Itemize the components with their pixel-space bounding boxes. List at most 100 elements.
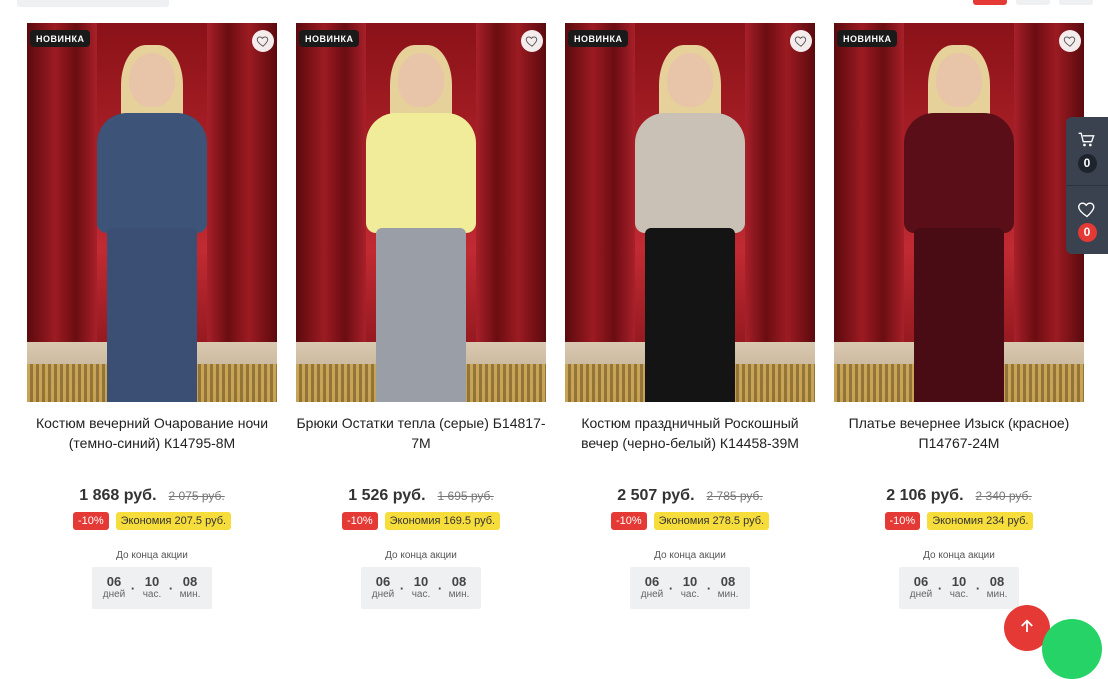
heart-icon xyxy=(794,36,807,47)
new-badge: НОВИНКА xyxy=(299,30,360,47)
timer-days-value: 06 xyxy=(913,574,929,589)
countdown-timer: 06 дней · 10 час. · 08 мин. xyxy=(630,567,750,609)
timer-minutes-value: 08 xyxy=(451,574,467,589)
timer-days-label: дней xyxy=(909,589,933,600)
outfit-top xyxy=(904,113,1014,233)
countdown-timer: 06 дней · 10 час. · 08 мин. xyxy=(92,567,212,609)
favorite-button[interactable] xyxy=(252,30,274,52)
favorite-button[interactable] xyxy=(1059,30,1081,52)
countdown-timer: 06 дней · 10 час. · 08 мин. xyxy=(899,567,1019,609)
timer-hours-value: 10 xyxy=(144,574,160,589)
product-photo[interactable]: НОВИНКА xyxy=(834,23,1084,402)
product-title[interactable]: Брюки Остатки тепла (серые) Б14817-7М xyxy=(296,413,546,473)
product-photo[interactable]: НОВИНКА xyxy=(296,23,546,402)
timer-minutes-value: 08 xyxy=(182,574,198,589)
product-card[interactable]: НОВИНКА Костюм вечерний Очарование ночи … xyxy=(27,23,277,609)
product-title[interactable]: Костюм праздничный Роскошный вечер (черн… xyxy=(565,413,815,473)
favorite-button[interactable] xyxy=(521,30,543,52)
discount-badge: -10% xyxy=(72,512,109,530)
heart-icon xyxy=(1078,201,1095,217)
timer-hours-label: час. xyxy=(680,589,700,600)
economy-badge: Экономия 234 руб. xyxy=(927,512,1034,530)
old-price: 2 785 руб. xyxy=(706,489,763,503)
promo-until-label: До конца акции xyxy=(116,550,188,561)
product-card[interactable]: НОВИНКА Костюм праздничный Роскошный веч… xyxy=(565,23,815,609)
old-price: 2 340 руб. xyxy=(975,489,1032,503)
model-figure xyxy=(346,23,496,402)
view-list-button[interactable] xyxy=(1016,0,1050,5)
timer-days-label: дней xyxy=(102,589,126,600)
discount-badge: -10% xyxy=(884,512,921,530)
timer-minutes-label: мин. xyxy=(179,589,201,600)
discount-badge: -10% xyxy=(341,512,378,530)
outfit-bottom xyxy=(645,228,735,402)
new-badge: НОВИНКА xyxy=(30,30,91,47)
chat-button[interactable] xyxy=(1042,619,1102,679)
timer-days-label: дней xyxy=(371,589,395,600)
old-price: 1 695 руб. xyxy=(437,489,494,503)
favorite-button[interactable] xyxy=(790,30,812,52)
timer-hours-label: час. xyxy=(949,589,969,600)
outfit-bottom xyxy=(107,228,197,402)
countdown-timer: 06 дней · 10 час. · 08 мин. xyxy=(361,567,481,609)
heart-icon xyxy=(525,36,538,47)
timer-minutes-label: мин. xyxy=(448,589,470,600)
product-title[interactable]: Платье вечернее Изыск (красное) П14767-2… xyxy=(834,413,1084,473)
promo-until-label: До конца акции xyxy=(654,550,726,561)
product-title[interactable]: Костюм вечерний Очарование ночи (темно-с… xyxy=(27,413,277,473)
timer-hours-label: час. xyxy=(142,589,162,600)
cart-count: 0 xyxy=(1077,153,1097,173)
product-card[interactable]: НОВИНКА Брюки Остатки тепла (серые) Б148… xyxy=(296,23,546,609)
current-price: 1 868 руб. xyxy=(79,487,157,504)
timer-days-value: 06 xyxy=(375,574,391,589)
old-price: 2 075 руб. xyxy=(168,489,225,503)
model-figure xyxy=(77,23,227,402)
timer-minutes-value: 08 xyxy=(720,574,736,589)
top-toolbar xyxy=(0,0,1108,8)
product-photo[interactable]: НОВИНКА xyxy=(27,23,277,402)
discount-row: -10% Экономия 234 руб. xyxy=(834,512,1084,534)
view-grid-button[interactable] xyxy=(973,0,1007,5)
timer-hours-value: 10 xyxy=(682,574,698,589)
price-row: 2 507 руб. 2 785 руб. xyxy=(565,485,815,507)
timer-minutes-label: мин. xyxy=(717,589,739,600)
economy-badge: Экономия 278.5 руб. xyxy=(653,512,770,530)
timer-days-label: дней xyxy=(640,589,664,600)
favorites-count: 0 xyxy=(1077,222,1097,242)
price-row: 1 868 руб. 2 075 руб. xyxy=(27,485,277,507)
floating-side-panel: 0 0 xyxy=(1066,117,1108,254)
economy-badge: Экономия 207.5 руб. xyxy=(115,512,232,530)
timer-hours-value: 10 xyxy=(951,574,967,589)
outfit-bottom xyxy=(376,228,466,402)
product-grid: НОВИНКА Костюм вечерний Очарование ночи … xyxy=(27,23,1103,609)
current-price: 2 106 руб. xyxy=(886,487,964,504)
price-row: 2 106 руб. 2 340 руб. xyxy=(834,485,1084,507)
discount-row: -10% Экономия 278.5 руб. xyxy=(565,512,815,534)
arrow-up-icon xyxy=(1021,619,1033,632)
view-table-button[interactable] xyxy=(1059,0,1093,5)
outfit-bottom xyxy=(914,228,1004,402)
new-badge: НОВИНКА xyxy=(837,30,898,47)
product-photo[interactable]: НОВИНКА xyxy=(565,23,815,402)
timer-minutes-value: 08 xyxy=(989,574,1005,589)
discount-row: -10% Экономия 207.5 руб. xyxy=(27,512,277,534)
sort-select[interactable] xyxy=(17,0,169,7)
timer-hours-value: 10 xyxy=(413,574,429,589)
heart-icon xyxy=(1063,36,1076,47)
promo-until-label: До конца акции xyxy=(923,550,995,561)
outfit-top xyxy=(97,113,207,233)
discount-row: -10% Экономия 169.5 руб. xyxy=(296,512,546,534)
timer-hours-label: час. xyxy=(411,589,431,600)
current-price: 1 526 руб. xyxy=(348,487,426,504)
timer-days-value: 06 xyxy=(644,574,660,589)
timer-minutes-label: мин. xyxy=(986,589,1008,600)
product-card[interactable]: НОВИНКА Платье вечернее Изыск (красное) … xyxy=(834,23,1084,609)
discount-badge: -10% xyxy=(610,512,647,530)
current-price: 2 507 руб. xyxy=(617,487,695,504)
heart-icon xyxy=(256,36,269,47)
economy-badge: Экономия 169.5 руб. xyxy=(384,512,501,530)
favorites-button[interactable]: 0 xyxy=(1066,185,1108,254)
model-figure xyxy=(884,23,1034,402)
new-badge: НОВИНКА xyxy=(568,30,629,47)
cart-button[interactable]: 0 xyxy=(1066,117,1108,185)
